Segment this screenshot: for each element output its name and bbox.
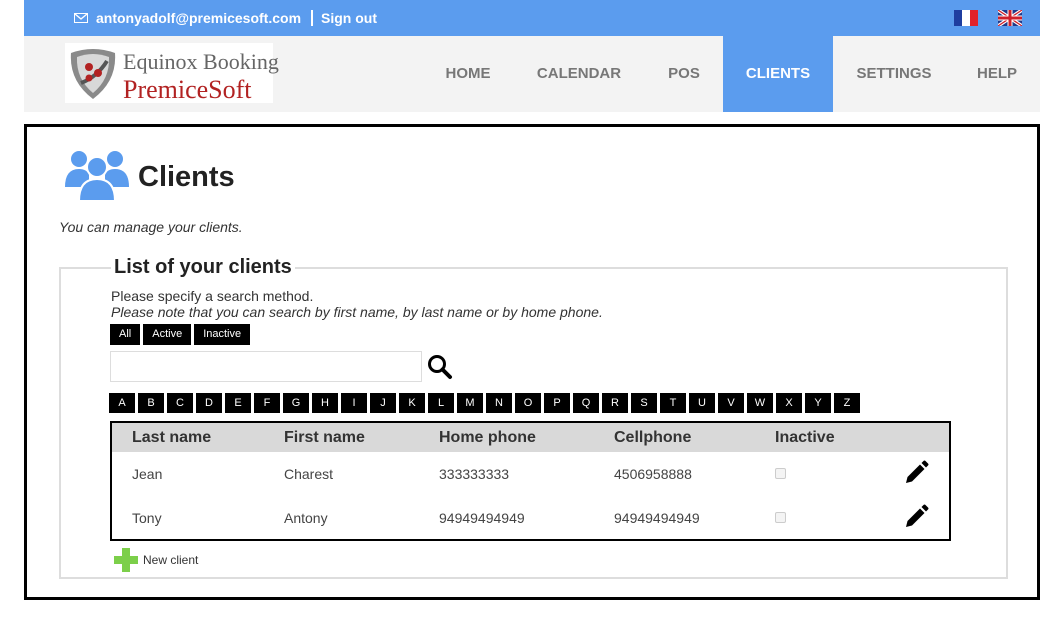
letter-d-button[interactable]: D xyxy=(196,393,222,413)
letter-g-button[interactable]: G xyxy=(283,393,309,413)
logo-text-bottom: PremiceSoft xyxy=(123,75,252,104)
letter-r-button[interactable]: R xyxy=(602,393,628,413)
search-input[interactable] xyxy=(110,351,422,382)
letter-z-button[interactable]: Z xyxy=(834,393,860,413)
letter-k-button[interactable]: K xyxy=(399,393,425,413)
cell-home-phone: 94949494949 xyxy=(439,510,525,526)
separator xyxy=(311,10,314,26)
letter-l-button[interactable]: L xyxy=(428,393,454,413)
account-area: antonyadolf@premicesoft.com Sign out xyxy=(74,9,377,27)
client-list-legend: List of your clients xyxy=(111,256,295,279)
inactive-checkbox[interactable] xyxy=(775,512,786,523)
new-client-button[interactable]: New client xyxy=(113,547,198,573)
search-icon[interactable] xyxy=(427,354,453,380)
nav-calendar[interactable]: CALENDAR xyxy=(527,36,631,112)
letter-t-button[interactable]: T xyxy=(660,393,686,413)
users-icon xyxy=(65,151,129,202)
cell-first-name: Antony xyxy=(284,510,328,526)
nav-pos[interactable]: POS xyxy=(654,36,714,112)
letter-c-button[interactable]: C xyxy=(167,393,193,413)
filter-inactive-button[interactable]: Inactive xyxy=(194,324,251,345)
user-email: antonyadolf@premicesoft.com xyxy=(96,10,302,26)
letter-i-button[interactable]: I xyxy=(341,393,367,413)
cell-last-name: Jean xyxy=(132,466,163,482)
client-list-box: List of your clients Please specify a se… xyxy=(59,256,1008,579)
column-first-name[interactable]: First name xyxy=(284,429,365,447)
cell-cellphone: 4506958888 xyxy=(614,466,692,482)
filter-all-button[interactable]: All xyxy=(110,324,141,345)
letter-q-button[interactable]: Q xyxy=(573,393,599,413)
letter-s-button[interactable]: S xyxy=(631,393,657,413)
sign-out-link[interactable]: Sign out xyxy=(321,10,377,26)
logo-shield-icon xyxy=(70,49,116,99)
letter-o-button[interactable]: O xyxy=(515,393,541,413)
cell-last-name: Tony xyxy=(132,510,162,526)
page-title: Clients xyxy=(138,161,235,193)
top-bar: antonyadolf@premicesoft.com Sign out xyxy=(24,0,1040,36)
page-description: You can manage your clients. xyxy=(59,219,243,235)
letter-a-button[interactable]: A xyxy=(109,393,135,413)
nav-settings[interactable]: SETTINGS xyxy=(846,36,942,112)
english-flag-icon[interactable] xyxy=(998,10,1022,26)
letter-h-button[interactable]: H xyxy=(312,393,338,413)
letter-j-button[interactable]: J xyxy=(370,393,396,413)
letter-w-button[interactable]: W xyxy=(747,393,773,413)
letter-filter: A B C D E F G H I J K L M N O P Q R S T … xyxy=(109,393,860,413)
pencil-icon[interactable] xyxy=(903,504,929,530)
inactive-checkbox[interactable] xyxy=(775,468,786,479)
cell-home-phone: 333333333 xyxy=(439,466,510,482)
table-row[interactable]: Jean Charest 333333333 4506958888 xyxy=(112,452,949,496)
search-note: Please note that you can search by first… xyxy=(111,304,603,320)
clients-table: Last name First name Home phone Cellphon… xyxy=(110,421,951,541)
column-inactive[interactable]: Inactive xyxy=(775,429,835,447)
french-flag-icon[interactable] xyxy=(954,10,978,26)
letter-y-button[interactable]: Y xyxy=(805,393,831,413)
letter-p-button[interactable]: P xyxy=(544,393,570,413)
nav-home[interactable]: HOME xyxy=(423,36,513,112)
main-header: Equinox Booking PremiceSoft HOME CALENDA… xyxy=(24,36,1040,112)
cell-first-name: Charest xyxy=(284,466,334,482)
filter-active-button[interactable]: Active xyxy=(143,324,192,345)
letter-m-button[interactable]: M xyxy=(457,393,483,413)
nav-clients[interactable]: CLIENTS xyxy=(723,36,833,112)
table-header: Last name First name Home phone Cellphon… xyxy=(112,423,949,452)
status-filter-group: All Active Inactive xyxy=(110,324,251,345)
letter-b-button[interactable]: B xyxy=(138,393,164,413)
new-client-label: New client xyxy=(143,553,199,567)
letter-f-button[interactable]: F xyxy=(254,393,280,413)
letter-e-button[interactable]: E xyxy=(225,393,251,413)
envelope-icon xyxy=(74,13,88,23)
column-home-phone[interactable]: Home phone xyxy=(439,429,536,447)
letter-u-button[interactable]: U xyxy=(689,393,715,413)
pencil-icon[interactable] xyxy=(903,460,929,486)
letter-n-button[interactable]: N xyxy=(486,393,512,413)
clients-panel: Clients You can manage your clients. Lis… xyxy=(24,124,1040,600)
table-row[interactable]: Tony Antony 94949494949 94949494949 xyxy=(112,496,949,540)
column-cellphone[interactable]: Cellphone xyxy=(614,429,691,447)
letter-x-button[interactable]: X xyxy=(776,393,802,413)
nav-help[interactable]: HELP xyxy=(965,36,1029,112)
logo[interactable]: Equinox Booking PremiceSoft xyxy=(65,43,279,104)
column-last-name[interactable]: Last name xyxy=(132,429,211,447)
letter-v-button[interactable]: V xyxy=(718,393,744,413)
plus-icon xyxy=(114,548,138,572)
search-hint: Please specify a search method. xyxy=(111,288,314,304)
logo-text-top: Equinox Booking xyxy=(123,49,279,74)
cell-cellphone: 94949494949 xyxy=(614,510,700,526)
